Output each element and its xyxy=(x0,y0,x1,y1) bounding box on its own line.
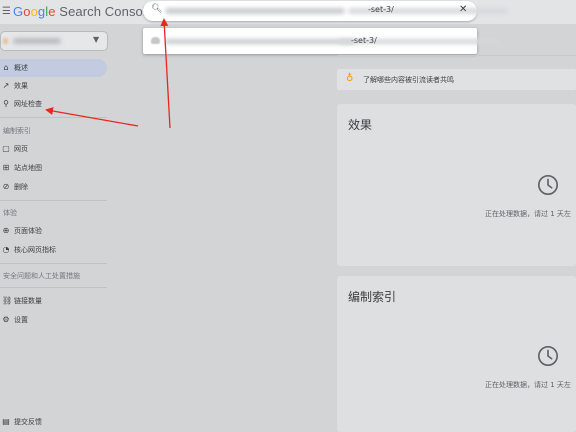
search-suggestion-item[interactable]: -set-3/ xyxy=(143,28,499,54)
sidebar-item-label: 删除 xyxy=(14,183,28,191)
clock-icon xyxy=(538,175,558,195)
url-inspection-search-input[interactable]: 🔍︎ -set-3/ ✕ xyxy=(143,1,508,21)
info-banner[interactable]: ♁ 了解哪些内容被引流读者共鸣 xyxy=(337,69,576,90)
suggestion-value: -set-3/ xyxy=(351,36,377,45)
redacted-url-part xyxy=(165,39,355,44)
page-icon: ▢ xyxy=(2,144,10,153)
home-icon: ⌂ xyxy=(3,63,9,72)
search-icon: 🔍︎ xyxy=(151,4,163,14)
sidebar-item-label: 网址检查 xyxy=(14,100,42,108)
sidebar-item-sitemaps[interactable]: ⊞ 站点地图 xyxy=(0,159,107,177)
sidebar-section-indexing: 编制索引 xyxy=(3,127,31,135)
sidebar-item-performance[interactable]: ↗ 效果 xyxy=(0,77,107,95)
property-favicon xyxy=(3,38,8,44)
removal-icon: ⊘ xyxy=(2,182,10,191)
vitals-icon: ◔ xyxy=(2,245,10,254)
brand-letter: o xyxy=(30,4,38,19)
info-banner-text: 了解哪些内容被引流读者共鸣 xyxy=(363,76,454,84)
sitemap-icon: ⊞ xyxy=(2,163,10,172)
sidebar-item-settings[interactable]: ⚙ 设置 xyxy=(0,311,107,329)
lightbulb-icon: ♁ xyxy=(346,73,354,84)
redacted-url-part xyxy=(165,8,345,14)
sidebar-item-url-inspection[interactable]: ⚲ 网址检查 xyxy=(0,95,107,113)
feedback-icon: ▤ xyxy=(2,417,10,426)
sidebar-item-page-experience[interactable]: ⊕ 页面体验 xyxy=(0,222,107,240)
sidebar-item-label: 核心网页指标 xyxy=(14,246,56,254)
sidebar-divider xyxy=(0,287,107,288)
processing-status: 正在处理数据，请过 1 天左 xyxy=(485,381,571,389)
sidebar-item-label: 页面体验 xyxy=(14,227,42,235)
sidebar-item-label: 网页 xyxy=(14,145,28,153)
trend-icon: ↗ xyxy=(2,81,10,90)
brand-product-name: Search Console xyxy=(55,4,154,19)
card-title: 效果 xyxy=(348,118,373,132)
brand-letter: e xyxy=(48,4,56,19)
sidebar-item-label: 站点地图 xyxy=(14,164,42,172)
processing-status: 正在处理数据，请过 1 天左 xyxy=(485,210,571,218)
links-icon: ⛓ xyxy=(2,296,13,305)
performance-card: 效果 正在处理数据，请过 1 天左 xyxy=(337,104,576,266)
sidebar-section-experience: 体验 xyxy=(3,209,17,217)
redacted-property-name xyxy=(13,38,61,44)
sidebar-item-label: 设置 xyxy=(14,316,28,324)
search-icon: ⚲ xyxy=(3,99,9,108)
clear-icon[interactable]: ✕ xyxy=(459,4,467,15)
menu-icon[interactable]: ☰ xyxy=(2,6,11,17)
sidebar-divider xyxy=(0,117,107,118)
sidebar-item-removals[interactable]: ⊘ 删除 xyxy=(0,178,107,196)
sidebar-divider xyxy=(0,200,107,201)
property-selector[interactable]: ▼ xyxy=(0,31,108,51)
brand-letter: G xyxy=(13,4,24,19)
app-brand[interactable]: Google Search Console xyxy=(13,4,153,19)
experience-icon: ⊕ xyxy=(2,226,10,235)
sidebar-item-label: 概述 xyxy=(14,64,28,72)
sidebar-item-label: 效果 xyxy=(14,82,28,90)
chevron-down-icon: ▼ xyxy=(93,35,100,44)
sidebar-item-label: 链接数量 xyxy=(14,297,42,305)
sidebar-section-security[interactable]: 安全问题和人工处置措施 xyxy=(3,271,80,281)
indexing-card: 编制索引 正在处理数据，请过 1 天左 xyxy=(337,276,576,432)
content-divider xyxy=(337,55,576,56)
sidebar-item-label: 提交反馈 xyxy=(14,418,42,426)
gear-icon: ⚙ xyxy=(2,315,10,324)
sidebar-item-overview[interactable]: ⌂ 概述 xyxy=(0,59,107,77)
brand-letter: o xyxy=(23,4,31,19)
sidebar-item-core-web-vitals[interactable]: ◔ 核心网页指标 xyxy=(0,241,107,259)
search-input-value: -set-3/ xyxy=(368,5,394,14)
history-icon xyxy=(151,37,160,44)
sidebar-item-pages[interactable]: ▢ 网页 xyxy=(0,140,107,158)
card-title: 编制索引 xyxy=(348,290,397,304)
sidebar-divider xyxy=(0,263,107,264)
clock-icon xyxy=(538,346,558,366)
sidebar-item-links[interactable]: ⛓ 链接数量 xyxy=(0,292,107,310)
sidebar-item-feedback[interactable]: ▤ 提交反馈 xyxy=(0,413,107,431)
